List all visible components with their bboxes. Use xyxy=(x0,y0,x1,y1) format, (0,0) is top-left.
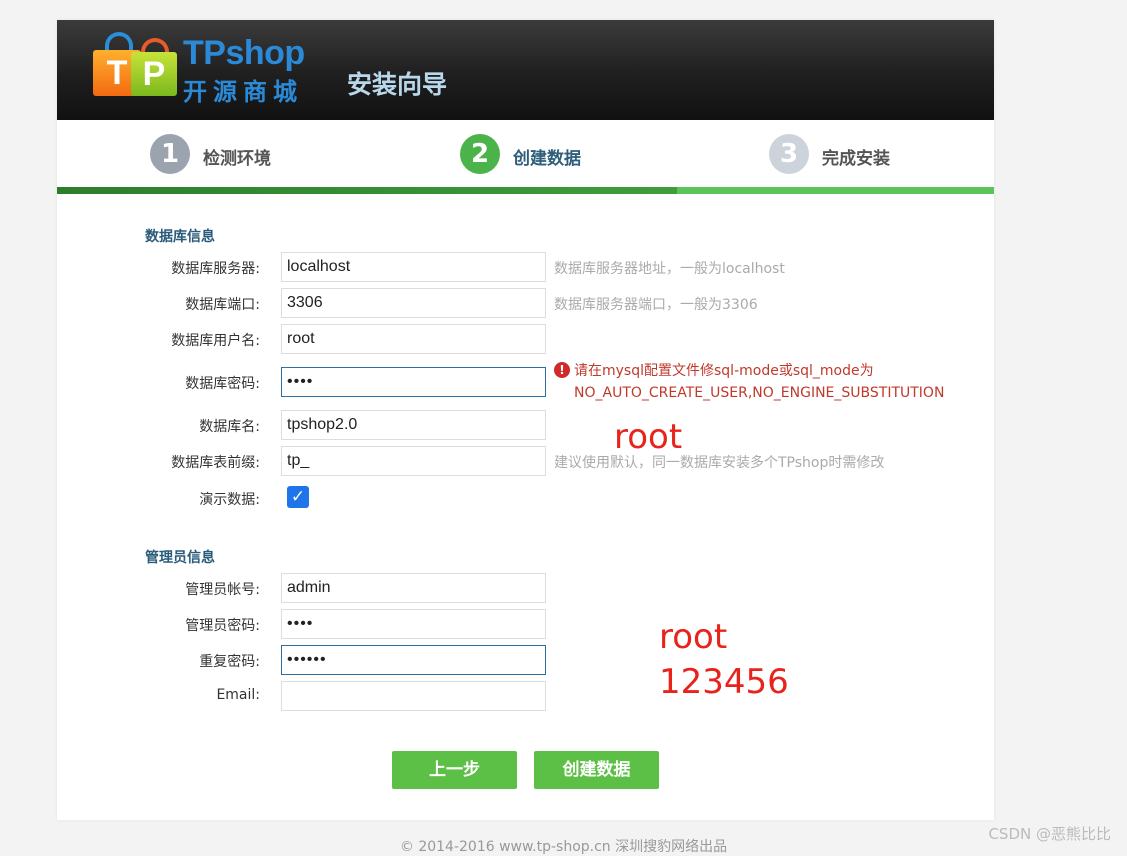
brand-name: TPshop xyxy=(183,34,305,72)
footer-copyright: © 2014-2016 www.tp-shop.cn 深圳搜豹网络出品 xyxy=(399,839,728,855)
db-name-row: 数据库名: tpshop2.0 xyxy=(57,410,994,440)
db-prefix-input[interactable]: tp_ xyxy=(281,446,546,476)
db-server-label: 数据库服务器: xyxy=(171,261,260,277)
header: T P TPshop 开源商城 安装向导 xyxy=(57,20,994,120)
step-label: 检测环境 xyxy=(203,149,271,169)
db-user-input[interactable]: root xyxy=(281,324,546,354)
step-number: 2 xyxy=(460,134,500,174)
admin-account-input[interactable]: admin xyxy=(281,573,546,603)
tpshop-logo: T P TPshop 开源商城 xyxy=(91,32,311,106)
admin-email-row: Email: xyxy=(57,681,994,711)
demo-data-label: 演示数据: xyxy=(199,492,260,508)
step-label: 完成安装 xyxy=(822,149,890,169)
db-password-error-text: 请在mysql配置文件修sql-mode或sql_mode为NO_AUTO_CR… xyxy=(574,363,945,401)
annotation-db-password: root xyxy=(614,417,683,457)
admin-email-input[interactable] xyxy=(281,681,546,711)
db-password-input[interactable]: •••• xyxy=(281,367,546,397)
db-user-row: 数据库用户名: root xyxy=(57,324,994,354)
admin-email-label: Email: xyxy=(216,687,260,703)
db-server-hint: 数据库服务器地址，一般为localhost xyxy=(554,261,785,277)
step-number: 1 xyxy=(150,134,190,174)
db-port-row: 数据库端口: 3306 数据库服务器端口，一般为3306 xyxy=(57,288,994,318)
csdn-watermark: CSDN @恶熊比比 xyxy=(988,825,1111,843)
admin-account-label: 管理员帐号: xyxy=(185,582,260,598)
db-name-label: 数据库名: xyxy=(199,419,260,435)
db-server-row: 数据库服务器: localhost 数据库服务器地址，一般为localhost xyxy=(57,252,994,282)
db-user-label: 数据库用户名: xyxy=(171,333,260,349)
admin-repeat-password-input[interactable]: •••••• xyxy=(281,645,546,675)
install-panel: T P TPshop 开源商城 安装向导 1 检测环境 2 创建数据 3 完成安… xyxy=(57,20,994,820)
wizard-title: 安装向导 xyxy=(347,70,448,99)
prev-step-button[interactable]: 上一步 xyxy=(392,751,517,789)
admin-repeat-label: 重复密码: xyxy=(199,654,260,670)
brand-subtitle: 开源商城 xyxy=(183,78,303,106)
db-name-input[interactable]: tpshop2.0 xyxy=(281,410,546,440)
admin-password-input[interactable]: •••• xyxy=(281,609,546,639)
progress-bar xyxy=(57,187,994,194)
create-data-button[interactable]: 创建数据 xyxy=(534,751,659,789)
demo-data-row: 演示数据: xyxy=(57,483,994,513)
annotation-admin-repeat: 123456 xyxy=(659,662,789,702)
admin-section-title: 管理员信息 xyxy=(145,550,215,566)
step-indicator: 1 检测环境 2 创建数据 3 完成安装 xyxy=(57,120,994,194)
db-section-title: 数据库信息 xyxy=(145,229,215,245)
db-prefix-hint: 建议使用默认，同一数据库安装多个TPshop时需修改 xyxy=(554,455,885,471)
step-number: 3 xyxy=(769,134,809,174)
db-prefix-row: 数据库表前缀: tp_ 建议使用默认，同一数据库安装多个TPshop时需修改 xyxy=(57,446,994,476)
admin-password-row: 管理员密码: •••• xyxy=(57,609,994,639)
db-server-input[interactable]: localhost xyxy=(281,252,546,282)
demo-data-checkbox[interactable]: ✓ xyxy=(287,486,309,508)
db-password-label: 数据库密码: xyxy=(185,376,260,392)
db-port-input[interactable]: 3306 xyxy=(281,288,546,318)
error-icon: ! xyxy=(554,362,570,378)
db-port-hint: 数据库服务器端口，一般为3306 xyxy=(554,297,758,313)
admin-account-row: 管理员帐号: admin xyxy=(57,573,994,603)
admin-password-label: 管理员密码: xyxy=(185,618,260,634)
logo-bag-p: P xyxy=(131,52,177,96)
annotation-admin-password: root xyxy=(659,617,728,657)
admin-repeat-row: 重复密码: •••••• xyxy=(57,645,994,675)
db-port-label: 数据库端口: xyxy=(185,297,260,313)
step-label: 创建数据 xyxy=(513,149,581,169)
checkmark-icon: ✓ xyxy=(290,487,306,507)
progress-bar-fill xyxy=(57,187,677,194)
db-prefix-label: 数据库表前缀: xyxy=(171,455,260,471)
